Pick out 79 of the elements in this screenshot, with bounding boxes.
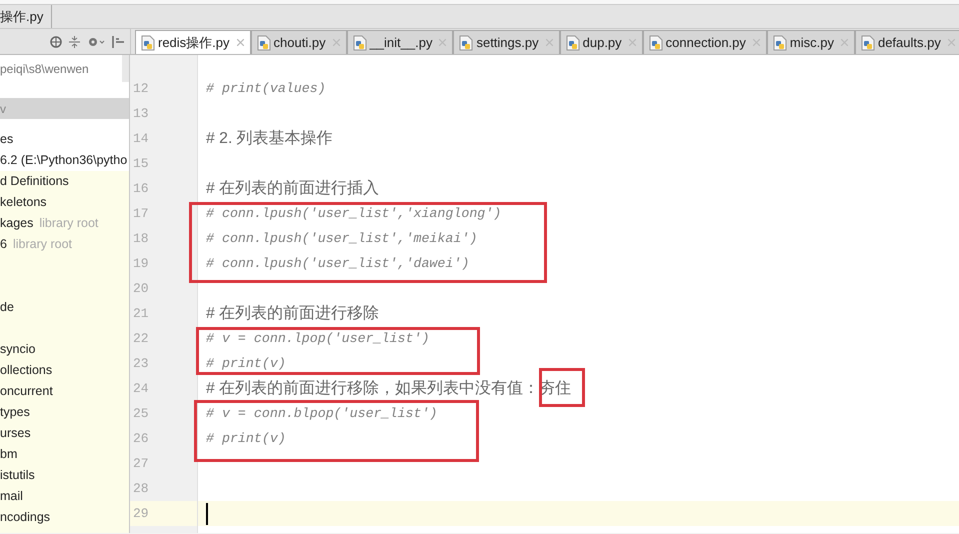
python-file-icon (566, 34, 580, 50)
line-number: 23 (132, 354, 150, 373)
line-number: 21 (132, 304, 150, 323)
code-comment: # conn.lpush('user_list','xianglong') (206, 204, 502, 223)
editor-tab[interactable]: misc.py (766, 30, 855, 54)
python-file-icon (352, 34, 367, 50)
close-icon[interactable] (236, 39, 244, 46)
line-number: 26 (132, 430, 150, 448)
line-number: 17 (132, 204, 150, 223)
path-field[interactable]: peiqi\s8\wenwen (0, 55, 122, 82)
line-number: 27 (132, 454, 150, 473)
close-icon[interactable] (628, 39, 636, 46)
close-icon[interactable] (840, 39, 848, 46)
tree-item[interactable]: de (0, 298, 14, 317)
code-comment: # v = conn.lpop('user_list') (206, 330, 430, 348)
line-number: 13 (132, 104, 150, 123)
close-icon[interactable] (546, 39, 553, 46)
line-number: 24 (132, 380, 150, 398)
python-file-icon (141, 34, 155, 50)
tree-item-note: library root (39, 215, 98, 232)
line-number: 16 (132, 180, 150, 198)
close-icon[interactable] (752, 39, 760, 46)
close-icon[interactable] (332, 39, 340, 46)
close-icon[interactable] (439, 39, 446, 46)
collapse-icon[interactable] (69, 36, 80, 48)
code-comment: # print(values) (206, 80, 326, 98)
close-icon[interactable] (948, 39, 955, 46)
settings-icon[interactable] (87, 36, 105, 48)
tree-item[interactable]: 6 (0, 235, 7, 254)
line-number: 25 (132, 404, 150, 423)
tree-item[interactable]: istutils (0, 466, 35, 485)
tree-item[interactable]: 6.2 (E:\Python36\pytho (0, 151, 128, 170)
code-comment: # print(v) (206, 430, 286, 448)
tree-item-note: library root (12, 236, 72, 254)
line-number: 15 (132, 154, 150, 173)
code-comment: # v = conn.blpop('user_list') (206, 404, 438, 423)
editor-tab[interactable]: chouti.py (250, 30, 347, 54)
tree-item[interactable]: mail (0, 487, 23, 506)
line-number: 22 (132, 330, 150, 348)
line-number: 18 (132, 230, 150, 248)
tree-item[interactable]: d Definitions (0, 172, 69, 191)
code-comment: # conn.lpush('user_list','dawei') (206, 254, 470, 273)
editor-tab[interactable]: dup.py (560, 30, 643, 54)
python-file-icon (648, 34, 663, 50)
python-file-icon (459, 34, 474, 50)
line-number: 20 (132, 280, 150, 298)
tree-item[interactable]: ollections (0, 361, 52, 380)
line-number: 19 (132, 254, 150, 273)
target-icon[interactable] (50, 36, 62, 48)
editor-tab[interactable]: __init__.py (346, 30, 454, 54)
code-comment: # 在列表的前面进行移除 (206, 304, 380, 324)
tree-item[interactable]: ncodings (0, 508, 50, 527)
python-file-icon (772, 34, 787, 50)
line-number: 28 (132, 480, 150, 498)
tree-item[interactable]: bm (0, 445, 18, 464)
code-comment: # 在列表的前面进行插入 (206, 178, 380, 199)
text-cursor (206, 502, 208, 524)
editor-tab[interactable]: redis操作.py (135, 30, 251, 54)
line-number: 12 (132, 80, 150, 98)
python-file-icon (860, 34, 875, 50)
tree-item[interactable]: urses (0, 424, 31, 443)
tree-item[interactable]: syncio (0, 340, 36, 359)
python-file-icon (256, 34, 271, 50)
tree-item[interactable]: keletons (0, 193, 47, 212)
code-comment: # 2. 列表基本操作 (206, 128, 333, 149)
editor-tab[interactable]: connection.py (642, 30, 767, 54)
annotation-box (539, 368, 585, 407)
tree-item[interactable]: types (0, 403, 30, 422)
editor-tab[interactable]: settings.py (453, 30, 560, 54)
editor-tab[interactable]: defaults.py (854, 30, 959, 54)
code-comment: # print(v) (206, 354, 286, 373)
line-number: 29 (130, 501, 197, 526)
breadcrumb-item[interactable]: 操作.py (0, 5, 52, 28)
line-number: 14 (132, 130, 150, 148)
tree-item[interactable]: kages (0, 214, 34, 233)
tree-item[interactable]: es (0, 130, 14, 149)
tree-item[interactable]: oncurrent (0, 382, 53, 401)
code-comment: # conn.lpush('user_list','meikai') (206, 230, 478, 248)
hide-panel-icon[interactable] (112, 36, 124, 48)
